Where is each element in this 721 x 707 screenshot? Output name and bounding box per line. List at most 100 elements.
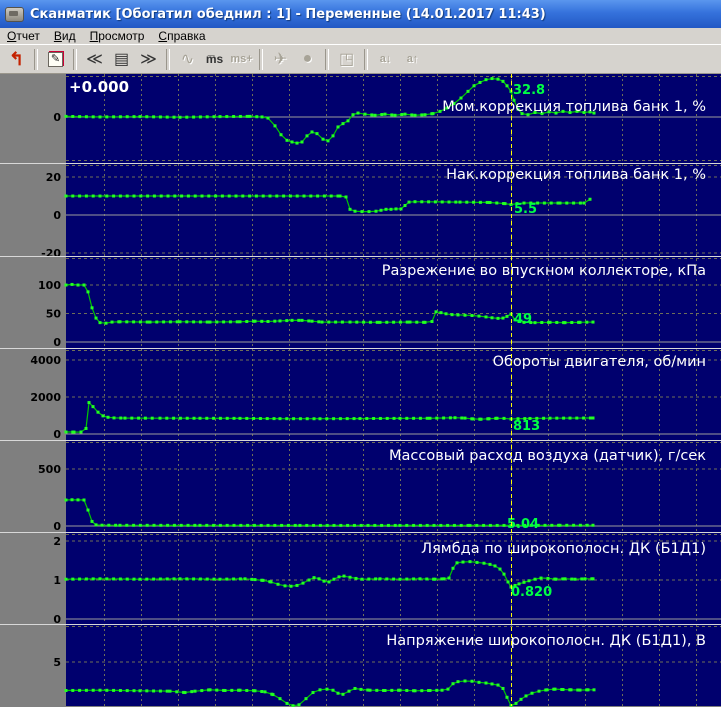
ms-scale-button[interactable]: m̅s <box>201 48 228 71</box>
trace-marker <box>185 577 188 580</box>
menu-report[interactable]: Отчет <box>0 28 47 44</box>
trace-marker <box>494 564 497 567</box>
trace-marker <box>236 320 239 323</box>
trace-marker <box>420 689 423 692</box>
menu-view[interactable]: Вид <box>47 28 83 44</box>
trace-marker <box>374 577 377 580</box>
cursor-value-label: 5.5 <box>514 202 537 217</box>
trace-marker <box>169 690 172 693</box>
trace-marker <box>592 577 595 580</box>
trace-marker <box>337 692 340 695</box>
variables-list-button[interactable]: ▤ <box>108 48 135 71</box>
trace-marker <box>400 207 403 210</box>
trace-marker <box>404 204 407 207</box>
trace-marker <box>222 320 225 323</box>
trace-marker <box>91 306 94 309</box>
trace-marker <box>478 315 481 318</box>
trace-marker <box>114 524 117 527</box>
trace-marker <box>78 689 81 692</box>
back-button[interactable]: ↰ <box>3 48 30 71</box>
trace-marker <box>370 113 373 116</box>
trace-marker <box>107 524 110 527</box>
trace-marker <box>462 561 465 564</box>
y-tick-label: 0 <box>53 209 61 222</box>
trace-marker <box>71 283 74 286</box>
y-tick-label: -20 <box>41 247 61 260</box>
y-tick-label: 50 <box>46 308 62 321</box>
trace-marker <box>419 577 422 580</box>
trace-marker <box>318 577 321 580</box>
trace-marker <box>85 195 88 198</box>
trace-marker <box>285 417 288 420</box>
trace-marker <box>549 417 552 420</box>
trace-marker <box>119 689 122 692</box>
trace-marker <box>173 577 176 580</box>
trace-marker <box>186 417 189 420</box>
trace-marker <box>105 322 108 325</box>
prev-screen-button[interactable]: ≪ <box>81 48 108 71</box>
trace-marker <box>309 195 312 198</box>
trace-marker <box>139 578 142 581</box>
y-tick-label: 0 <box>53 428 61 441</box>
trace-marker <box>95 317 98 320</box>
return-arrow-icon: ↰ <box>9 49 24 70</box>
trace-marker <box>255 115 258 118</box>
trace-marker <box>235 195 238 198</box>
trace-marker <box>266 417 269 420</box>
font-increase-button[interactable]: a↑ <box>399 48 426 71</box>
notepad-pencil-icon: ✎ <box>48 52 63 67</box>
record-button[interactable]: ● <box>294 48 321 71</box>
trace-marker <box>83 498 86 501</box>
trace-marker <box>446 524 449 527</box>
trace-marker <box>531 692 534 695</box>
trace-marker <box>355 577 358 580</box>
trace-marker <box>192 320 195 323</box>
trace-marker <box>146 195 149 198</box>
menu-help[interactable]: Справка <box>151 28 212 44</box>
trace-marker <box>506 84 509 87</box>
trace-marker <box>65 578 68 581</box>
trace-marker <box>534 321 537 324</box>
waveform-button[interactable]: ∿ <box>174 48 201 71</box>
trace-marker <box>385 208 388 211</box>
trace-marker <box>71 195 74 198</box>
chart-title: Лямбда по широкополосн. ДК (Б1Д1) <box>421 541 706 557</box>
trace-marker <box>464 314 467 317</box>
trace-marker <box>472 417 475 420</box>
trace-marker <box>503 524 506 527</box>
report-edit-button[interactable]: ✎ <box>42 48 69 71</box>
trace-marker <box>343 575 346 578</box>
trace-marker <box>215 689 218 692</box>
trace-marker <box>87 509 90 512</box>
trace-marker <box>88 401 91 404</box>
next-screen-button[interactable]: ≫ <box>135 48 162 71</box>
trace-marker <box>406 321 409 324</box>
marker-button[interactable]: ✈ <box>267 48 294 71</box>
trace-marker <box>92 195 95 198</box>
font-decrease-button[interactable]: a↓ <box>372 48 399 71</box>
trace-marker <box>105 689 108 692</box>
trace-marker <box>482 524 485 527</box>
trace-marker <box>348 690 351 693</box>
sine-wave-icon: ∿ <box>181 49 194 69</box>
trace-marker <box>199 417 202 420</box>
fit-button[interactable]: ◳ <box>333 48 360 71</box>
title-bar[interactable]: Сканматик [Обогатил обеднил : 1] - Перем… <box>0 0 721 28</box>
ms-add-button[interactable]: ms+ <box>228 48 255 71</box>
trace-marker <box>125 320 128 323</box>
trace-marker <box>102 414 105 417</box>
axis-margin <box>0 74 66 706</box>
trace-marker <box>254 320 257 323</box>
trace-marker <box>246 524 249 527</box>
chart-title: Напряжение широкополосн. ДК (Б1Д1), В <box>386 633 706 649</box>
trace-marker <box>199 320 202 323</box>
trace-marker <box>579 321 582 324</box>
trace-marker <box>520 698 523 701</box>
menu-browse[interactable]: Просмотр <box>83 28 152 44</box>
trace-marker <box>159 417 162 420</box>
trace-marker <box>149 321 152 324</box>
trace-marker <box>99 195 102 198</box>
trace-marker <box>153 524 156 527</box>
trace-marker <box>206 321 209 324</box>
trace-marker <box>325 417 328 420</box>
